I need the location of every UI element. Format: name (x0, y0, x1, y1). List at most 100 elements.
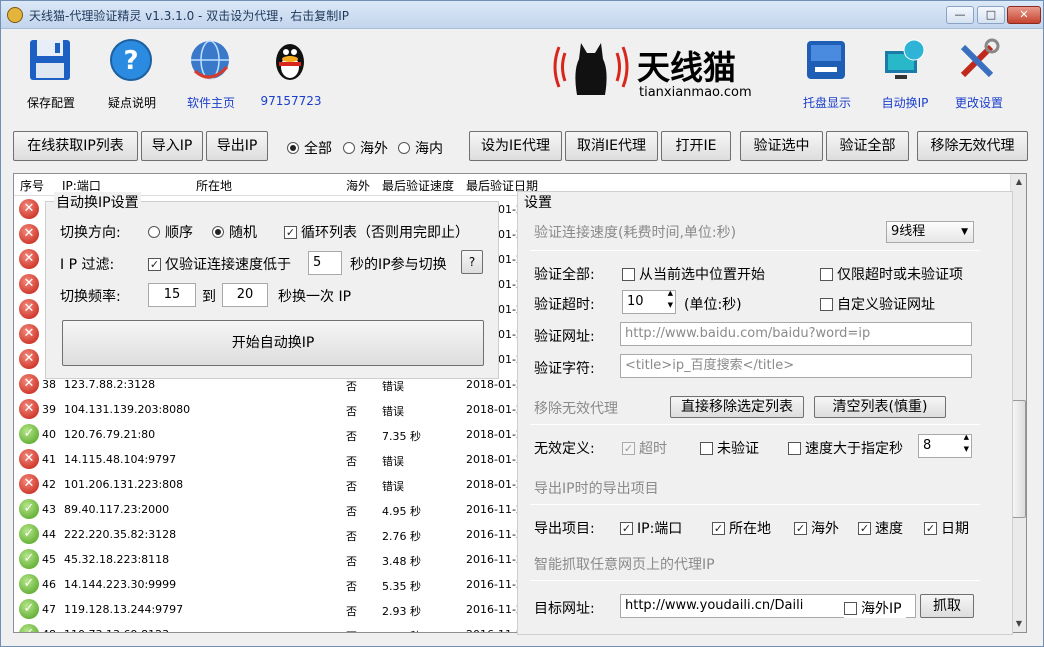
row-foreign: 否 (346, 405, 357, 418)
verify-all-button[interactable]: 验证全部 (826, 131, 909, 161)
radio-dot (287, 142, 299, 154)
sequential-radio[interactable]: 顺序 (148, 222, 193, 242)
remove-invalid-button[interactable]: 移除无效代理 (917, 131, 1028, 161)
export-foreign-checkbox[interactable]: 海外 (794, 518, 839, 538)
qq-button[interactable]: 97157723 (251, 31, 331, 111)
row-index: 47 (42, 603, 56, 616)
tools-icon (960, 38, 1000, 78)
checkbox-box (794, 522, 807, 535)
row-ip: 110.73.13.69:8123 (64, 628, 169, 632)
divider (530, 580, 980, 581)
frequency-from-input[interactable]: 15 (148, 283, 196, 307)
speed-greater-checkbox[interactable]: 速度大于指定秒 (788, 438, 903, 458)
row-ip: 119.128.13.244:9797 (64, 603, 184, 616)
title-bar[interactable]: 天线猫-代理验证精灵 v1.3.1.0 - 双击设为代理，右击复制IP — □ … (1, 1, 1043, 29)
fetch-online-button[interactable]: 在线获取IP列表 (13, 131, 138, 161)
error-icon: ✕ (19, 374, 39, 394)
row-index: 46 (42, 578, 56, 591)
region-all-radio[interactable]: 全部 (287, 138, 332, 158)
row-speed: 错误 (382, 455, 404, 468)
error-icon: ✕ (19, 274, 39, 294)
row-ip: 101.206.131.223:808 (64, 478, 184, 491)
cancel-ie-proxy-button[interactable]: 取消IE代理 (565, 131, 658, 161)
export-location-checkbox[interactable]: 所在地 (712, 518, 771, 538)
tray-display-button[interactable]: 托盘显示 (787, 31, 867, 111)
row-foreign: 否 (346, 380, 357, 393)
row-speed: 2.93 秒 (382, 605, 421, 618)
filter-suffix-label: 秒的IP参与切换 (350, 257, 447, 273)
unverified-checkbox[interactable]: 未验证 (700, 438, 759, 458)
frequency-to-input[interactable]: 20 (222, 283, 268, 307)
divider (530, 424, 980, 425)
scroll-up-icon[interactable]: ▲ (1011, 174, 1026, 190)
save-config-button[interactable]: 保存配置 (11, 31, 91, 111)
custom-url-checkbox[interactable]: 自定义验证网址 (820, 294, 935, 314)
speed-filter-checkbox[interactable]: 仅验证连接速度低于 (148, 254, 291, 274)
filter-help-button[interactable]: ? (461, 250, 483, 274)
col-speed[interactable]: 最后验证速度 (382, 177, 454, 194)
row-date: 2016-11-2 (466, 603, 523, 616)
row-foreign: 否 (346, 505, 357, 518)
start-auto-switch-button[interactable]: 开始自动换IP (62, 320, 484, 366)
grab-button[interactable]: 抓取 (920, 594, 974, 618)
timeout-input[interactable]: 10 ▲ ▼ (622, 290, 676, 314)
maximize-button[interactable]: □ (977, 6, 1005, 24)
set-ie-proxy-button[interactable]: 设为IE代理 (469, 131, 562, 161)
row-index: 40 (42, 428, 56, 441)
export-ip-checkbox[interactable]: IP:端口 (620, 518, 682, 538)
help-button[interactable]: ? 疑点说明 (92, 31, 172, 111)
region-domestic-radio[interactable]: 海内 (398, 138, 443, 158)
row-date: 2018-01-2 (466, 453, 523, 466)
error-icon: ✕ (19, 449, 39, 469)
checkbox-box (858, 522, 871, 535)
row-speed: 7.35 秒 (382, 430, 421, 443)
checkbox-box (700, 442, 713, 455)
checkbox-box (712, 522, 725, 535)
verify-string-input[interactable]: <title>ip_百度搜索</title> (620, 354, 972, 378)
only-timeout-checkbox[interactable]: 仅限超时或未验证项 (820, 264, 963, 284)
foreign-ip-checkbox[interactable]: 海外IP (844, 598, 906, 618)
spinner-icon[interactable]: ▲ ▼ (964, 435, 969, 455)
brand-logo: 天线猫 tianxianmao.com (551, 37, 752, 103)
row-date: 2016-11-2 (466, 503, 523, 516)
floppy-disk-icon (30, 40, 70, 80)
col-index[interactable]: 序号 (20, 177, 44, 194)
auto-switch-button[interactable]: 自动换IP (865, 31, 945, 111)
open-ie-button[interactable]: 打开IE (661, 131, 731, 161)
import-ip-button[interactable]: 导入IP (141, 131, 203, 161)
scroll-down-icon[interactable]: ▼ (1011, 616, 1026, 632)
timeout-checkbox[interactable]: 超时 (622, 438, 667, 458)
region-foreign-radio[interactable]: 海外 (343, 138, 388, 158)
row-foreign: 否 (346, 555, 357, 568)
homepage-button[interactable]: 软件主页 (171, 31, 251, 111)
export-ip-button[interactable]: 导出IP (206, 131, 268, 161)
settings-title: 设置 (524, 195, 552, 211)
remove-selected-button[interactable]: 直接移除选定列表 (670, 396, 804, 418)
col-location[interactable]: 所在地 (196, 177, 232, 194)
check-icon: ✓ (19, 424, 39, 444)
export-section-label: 导出IP时的导出项目 (534, 481, 659, 497)
loop-list-checkbox[interactable]: 循环列表（否则用完即止） (284, 222, 469, 242)
row-date: 2018-01-2 (466, 403, 523, 416)
clear-list-button[interactable]: 清空列表(慎重) (814, 396, 946, 418)
scroll-thumb[interactable] (1012, 400, 1026, 518)
close-button[interactable]: ✕ (1007, 6, 1041, 24)
speed-seconds-input[interactable]: 8 ▲ ▼ (918, 434, 972, 458)
export-speed-checkbox[interactable]: 速度 (858, 518, 903, 538)
from-selected-checkbox[interactable]: 从当前选中位置开始 (622, 264, 765, 284)
verify-url-label: 验证网址: (534, 329, 595, 345)
minimize-button[interactable]: — (946, 6, 974, 24)
verify-url-input[interactable]: http://www.baidu.com/baidu?word=ip (620, 322, 972, 346)
export-date-checkbox[interactable]: 日期 (924, 518, 969, 538)
spinner-icon[interactable]: ▲ ▼ (668, 291, 673, 311)
settings-button[interactable]: 更改设置 (939, 31, 1019, 111)
row-foreign: 否 (346, 480, 357, 493)
threads-select[interactable]: 9线程 ▼ (886, 221, 974, 243)
filter-seconds-input[interactable]: 5 (308, 251, 342, 275)
random-radio[interactable]: 随机 (212, 222, 257, 242)
row-foreign: 否 (346, 455, 357, 468)
col-foreign[interactable]: 海外 (346, 177, 370, 194)
row-ip: 222.220.35.82:3128 (64, 528, 177, 541)
checkbox-box (622, 442, 635, 455)
verify-selected-button[interactable]: 验证选中 (740, 131, 823, 161)
